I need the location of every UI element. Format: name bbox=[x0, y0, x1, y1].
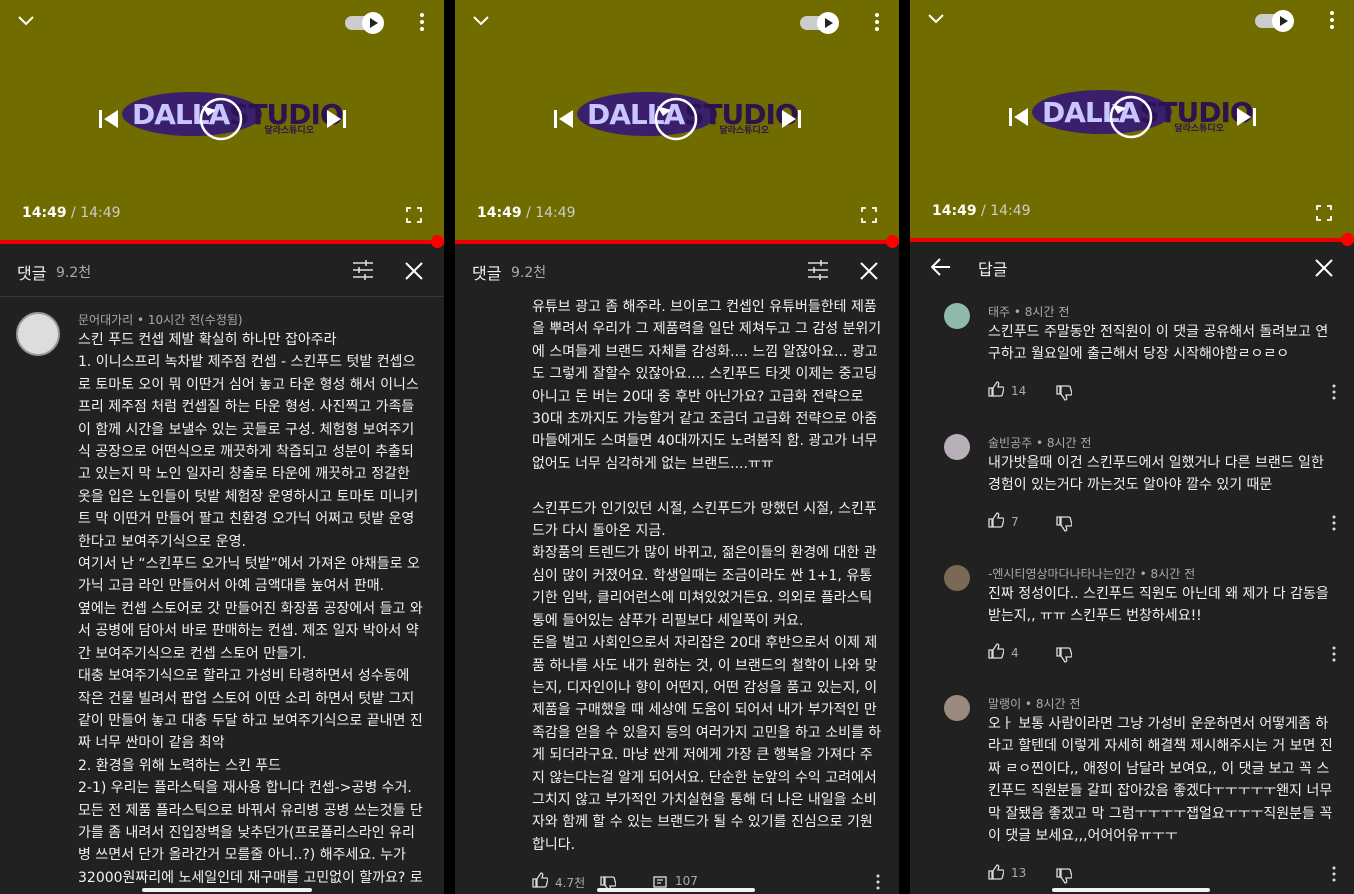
time-display: 14:49 / 14:49 bbox=[22, 205, 121, 221]
collapse-chevron-icon[interactable] bbox=[928, 12, 944, 24]
replay-icon[interactable] bbox=[1108, 94, 1154, 140]
like-count: 13 bbox=[1011, 866, 1027, 880]
comments-panel: DALLASTUDIO 달라스튜디오 14:49 / 14:49 댓글 9.2천… bbox=[455, 0, 899, 894]
reply-text: 스킨푸드 주말동안 전직원이 이 댓글 공유해서 돌려보고 연구하고 월요일에 … bbox=[988, 324, 1329, 363]
like-icon[interactable] bbox=[988, 864, 1004, 880]
back-arrow-icon[interactable] bbox=[931, 258, 951, 276]
more-options-icon[interactable] bbox=[875, 874, 881, 890]
comment-text: 유튜브 광고 좀 해주라. 브이로그 컨셉인 유튜버들한테 제품을 뿌려서 우리… bbox=[532, 299, 882, 853]
comments-title: 댓글 bbox=[472, 264, 502, 283]
home-indicator bbox=[597, 888, 755, 892]
comments-panel: DALLASTUDIO 달라스튜디오 14:49 / 14:49 댓글 9.2천… bbox=[0, 0, 444, 894]
reply-text: 내가밧을때 이건 스킨푸드에서 일했거나 다른 브랜드 일한 경험이 있는거다 … bbox=[988, 455, 1329, 494]
fullscreen-icon[interactable] bbox=[861, 207, 877, 223]
filter-sort-icon[interactable] bbox=[807, 260, 829, 280]
autoplay-toggle[interactable] bbox=[345, 12, 385, 34]
home-indicator bbox=[142, 888, 312, 892]
comments-header: 댓글 9.2천 bbox=[0, 244, 444, 296]
reply-author[interactable]: 태주 • 8시간 전 bbox=[988, 303, 1069, 320]
comments-count: 9.2천 bbox=[56, 265, 92, 281]
replay-icon[interactable] bbox=[653, 96, 699, 142]
comments-count: 9.2천 bbox=[511, 265, 547, 281]
fullscreen-icon[interactable] bbox=[406, 207, 422, 223]
replies-title: 답글 bbox=[978, 260, 1008, 279]
video-player[interactable]: DALLASTUDIO 달라스튜디오 14:49 / 14:49 bbox=[0, 0, 444, 240]
time-display: 14:49 / 14:49 bbox=[477, 205, 576, 221]
avatar[interactable] bbox=[944, 303, 970, 329]
like-icon[interactable] bbox=[988, 643, 1004, 659]
video-player[interactable]: DALLASTUDIO 달라스튜디오 14:49 / 14:49 bbox=[910, 0, 1354, 240]
avatar[interactable] bbox=[16, 312, 60, 356]
avatar[interactable] bbox=[944, 434, 970, 460]
close-icon[interactable] bbox=[404, 261, 424, 281]
replay-icon[interactable] bbox=[198, 96, 244, 142]
next-icon[interactable] bbox=[325, 108, 347, 130]
home-indicator bbox=[1052, 888, 1210, 892]
reply-author[interactable]: 술빈공주 • 8시간 전 bbox=[988, 434, 1091, 451]
dislike-icon[interactable] bbox=[1056, 647, 1072, 663]
comment-text: 스킨 푸드 컨셉 제발 확실히 하나만 잡아주라 1. 이니스프리 녹차밭 제주… bbox=[78, 332, 423, 886]
more-options-icon[interactable] bbox=[418, 12, 426, 32]
replies-panel: DALLASTUDIO 달라스튜디오 14:49 / 14:49 답글 태주 •… bbox=[910, 0, 1354, 894]
next-icon[interactable] bbox=[780, 108, 802, 130]
reply-text: 오ㅏ 보통 사람이라면 그냥 가성비 운운하면서 어떻게좀 하라고 할텐데 이렇… bbox=[988, 716, 1337, 845]
previous-icon[interactable] bbox=[1008, 106, 1030, 128]
comment-author[interactable]: 문어대가리 • 10시간 전(수정됨) bbox=[78, 311, 243, 328]
avatar[interactable] bbox=[944, 565, 970, 591]
like-icon[interactable] bbox=[988, 512, 1004, 528]
dislike-icon[interactable] bbox=[1056, 516, 1072, 532]
more-options-icon[interactable] bbox=[1331, 646, 1337, 662]
like-count: 14 bbox=[1011, 384, 1027, 398]
autoplay-toggle[interactable] bbox=[1255, 10, 1295, 32]
more-options-icon[interactable] bbox=[1331, 384, 1337, 400]
more-options-icon[interactable] bbox=[1331, 866, 1337, 882]
divider bbox=[0, 296, 444, 297]
more-options-icon[interactable] bbox=[1331, 515, 1337, 531]
filter-sort-icon[interactable] bbox=[352, 260, 374, 280]
like-count: 4 bbox=[1011, 646, 1019, 660]
reply-count[interactable]: 107 bbox=[675, 874, 698, 888]
reply-text: 진짜 정성이다.. 스킨푸드 직원도 아닌데 왜 제가 다 감동을 받는지,, … bbox=[988, 586, 1334, 625]
fullscreen-icon[interactable] bbox=[1316, 205, 1332, 221]
collapse-chevron-icon[interactable] bbox=[473, 14, 489, 26]
comments-header: 댓글 9.2천 bbox=[455, 244, 899, 296]
reply-author[interactable]: -엔시티영상마다나타나는인간 • 8시간 전 bbox=[988, 565, 1195, 582]
like-count: 7 bbox=[1011, 515, 1019, 529]
dislike-icon[interactable] bbox=[1056, 385, 1072, 401]
reply-author[interactable]: 말랭이 • 8시간 전 bbox=[988, 695, 1080, 712]
more-options-icon[interactable] bbox=[1328, 10, 1336, 30]
more-options-icon[interactable] bbox=[873, 12, 881, 32]
dislike-icon[interactable] bbox=[1056, 868, 1072, 884]
close-icon[interactable] bbox=[1314, 258, 1334, 278]
like-count: 4.7천 bbox=[555, 876, 586, 890]
previous-icon[interactable] bbox=[98, 108, 120, 130]
video-player[interactable]: DALLASTUDIO 달라스튜디오 14:49 / 14:49 bbox=[455, 0, 899, 240]
replies-header: 답글 bbox=[910, 242, 1354, 294]
autoplay-toggle[interactable] bbox=[800, 12, 840, 34]
collapse-chevron-icon[interactable] bbox=[18, 14, 34, 26]
like-icon[interactable] bbox=[532, 872, 548, 888]
time-display: 14:49 / 14:49 bbox=[932, 203, 1031, 219]
previous-icon[interactable] bbox=[553, 108, 575, 130]
avatar[interactable] bbox=[944, 695, 970, 721]
next-icon[interactable] bbox=[1235, 106, 1257, 128]
comments-title: 댓글 bbox=[17, 264, 47, 283]
close-icon[interactable] bbox=[859, 261, 879, 281]
like-icon[interactable] bbox=[988, 381, 1004, 397]
